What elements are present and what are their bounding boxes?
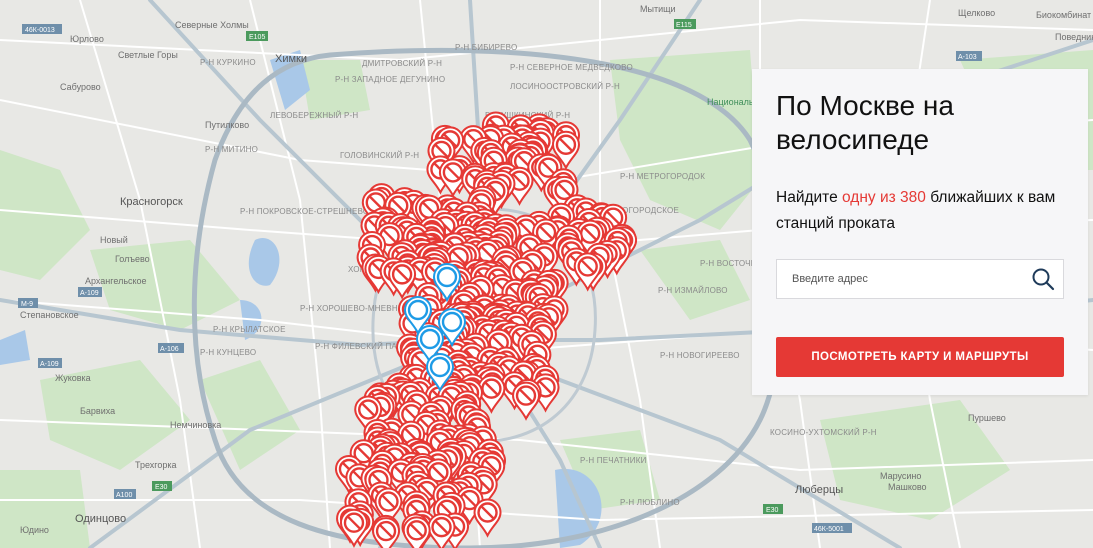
- svg-text:Трехгорка: Трехгорка: [135, 460, 177, 470]
- svg-text:Барвиха: Барвиха: [80, 406, 115, 416]
- svg-text:Юрлово: Юрлово: [70, 34, 104, 44]
- svg-text:Р-Н КУРКИНО: Р-Н КУРКИНО: [200, 58, 256, 67]
- svg-text:А-103: А-103: [958, 54, 977, 61]
- svg-text:Светлые Горы: Светлые Горы: [118, 50, 178, 60]
- svg-text:Марусино: Марусино: [880, 471, 921, 481]
- svg-text:Одинцово: Одинцово: [75, 513, 126, 525]
- svg-text:А-109: А-109: [80, 290, 99, 297]
- svg-text:Новый: Новый: [100, 235, 128, 245]
- svg-text:46К-5001: 46К-5001: [814, 526, 844, 533]
- svg-text:Жуковка: Жуковка: [55, 373, 91, 383]
- svg-text:Р-Н ПОКРОВСКОЕ-СТРЕШНЕВО: Р-Н ПОКРОВСКОЕ-СТРЕШНЕВО: [240, 207, 369, 216]
- svg-text:Р-Н ИЗМАЙЛОВО: Р-Н ИЗМАЙЛОВО: [658, 286, 728, 295]
- svg-text:ГОЛОВИНСКИЙ Р-Н: ГОЛОВИНСКИЙ Р-Н: [340, 151, 419, 160]
- panel-subtitle: Найдите одну из 380 ближайших к вам стан…: [776, 185, 1064, 237]
- svg-text:Юдино: Юдино: [20, 525, 49, 535]
- svg-text:Р-Н ЛЮБЛИНО: Р-Н ЛЮБЛИНО: [620, 498, 680, 507]
- panel-title: По Москве на велосипеде: [776, 90, 954, 155]
- svg-text:Р-Н МИТИНО: Р-Н МИТИНО: [205, 145, 258, 154]
- address-search: [776, 259, 1064, 299]
- svg-text:Р-Н ХОРОШЕВО-МНЕВНИКИ: Р-Н ХОРОШЕВО-МНЕВНИКИ: [300, 304, 415, 313]
- view-map-button[interactable]: ПОСМОТРЕТЬ КАРТУ И МАРШРУТЫ: [776, 337, 1064, 377]
- svg-text:Р-Н КРЫЛАТСКОЕ: Р-Н КРЫЛАТСКОЕ: [213, 325, 286, 334]
- svg-text:Р-Н ЗАПАДНОЕ ДЕГУНИНО: Р-Н ЗАПАДНОЕ ДЕГУНИНО: [335, 75, 445, 84]
- svg-text:Архангельское: Архангельское: [85, 276, 147, 286]
- svg-text:А100: А100: [116, 492, 132, 499]
- svg-text:ЛЕВОБЕРЕЖНЫЙ Р-Н: ЛЕВОБЕРЕЖНЫЙ Р-Н: [270, 111, 358, 120]
- bike-panel: По Москве на велосипеде Найдите одну из …: [752, 69, 1088, 395]
- svg-text:Машково: Машково: [888, 482, 927, 492]
- svg-text:Путилково: Путилково: [205, 120, 249, 130]
- svg-text:Немчиновка: Немчиновка: [170, 420, 221, 430]
- svg-text:Биокомбинат: Биокомбинат: [1036, 10, 1091, 20]
- svg-text:Красногорск: Красногорск: [120, 196, 183, 208]
- svg-text:Щелково: Щелково: [958, 8, 995, 18]
- svg-text:Северные Холмы: Северные Холмы: [175, 20, 249, 30]
- svg-text:Любeрцы: Любeрцы: [795, 484, 843, 496]
- svg-text:Е30: Е30: [155, 484, 168, 491]
- svg-text:А-109: А-109: [40, 361, 59, 368]
- svg-text:Пуршево: Пуршево: [968, 413, 1006, 423]
- svg-text:Е115: Е115: [676, 22, 692, 29]
- svg-text:Е30: Е30: [766, 507, 779, 514]
- svg-text:Е105: Е105: [249, 34, 265, 41]
- station-count-highlight: одну из 380: [842, 189, 926, 206]
- svg-text:Поведники: Поведники: [1055, 32, 1093, 42]
- svg-text:Р-Н ПЕЧАТНИКИ: Р-Н ПЕЧАТНИКИ: [580, 456, 647, 465]
- svg-text:Р-Н ФИЛЕВСКИЙ ПАРК: Р-Н ФИЛЕВСКИЙ ПАРК: [315, 342, 407, 351]
- svg-text:Р-Н СЕВЕРНОЕ МЕДВЕДКОВО: Р-Н СЕВЕРНОЕ МЕДВЕДКОВО: [510, 63, 633, 72]
- address-input[interactable]: [777, 260, 1022, 298]
- svg-text:КОСИНО-УХТОМСКИЙ Р-Н: КОСИНО-УХТОМСКИЙ Р-Н: [770, 428, 877, 437]
- subtitle-prefix: Найдите: [776, 189, 843, 206]
- svg-text:Химки: Химки: [275, 53, 307, 65]
- svg-text:ДМИТРОВСКИЙ Р-Н: ДМИТРОВСКИЙ Р-Н: [362, 59, 442, 68]
- svg-text:Сабурово: Сабурово: [60, 82, 101, 92]
- svg-text:Голъево: Голъево: [115, 254, 150, 264]
- search-icon[interactable]: [1031, 267, 1055, 291]
- svg-text:Р-Н БИБИРЕВО: Р-Н БИБИРЕВО: [455, 43, 517, 52]
- svg-text:Р-Н НОВОГИРЕЕВО: Р-Н НОВОГИРЕЕВО: [660, 351, 740, 360]
- svg-text:Р-Н МЕТРОГОРОДОК: Р-Н МЕТРОГОРОДОК: [620, 172, 705, 181]
- svg-text:46К-0013: 46К-0013: [25, 27, 55, 34]
- svg-text:Мытищи: Мытищи: [640, 4, 676, 14]
- svg-text:М-9: М-9: [21, 301, 33, 308]
- svg-text:ЛОСИНООСТРОВСКИЙ Р-Н: ЛОСИНООСТРОВСКИЙ Р-Н: [510, 82, 620, 91]
- svg-text:А-106: А-106: [160, 346, 179, 353]
- svg-text:Степановское: Степановское: [20, 310, 79, 320]
- svg-text:Р-Н КУНЦЕВО: Р-Н КУНЦЕВО: [200, 348, 256, 357]
